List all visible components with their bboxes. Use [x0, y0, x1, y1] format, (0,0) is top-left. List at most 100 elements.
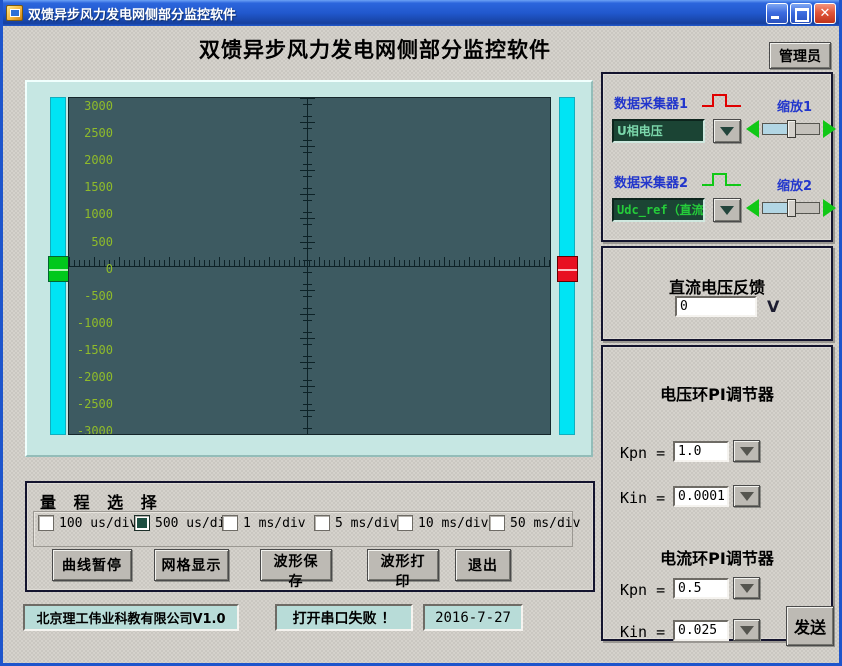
voltage-kin-input[interactable] [673, 486, 729, 507]
range-option-label: 100 us/div [59, 516, 137, 531]
current-kpn-input[interactable] [673, 578, 729, 599]
data-collector-group: 数据采集器1 缩放1 U相电压 数据采集器2 缩放2 Udc_ref（直流电 [601, 72, 833, 242]
current-kin-label: Kin = [620, 623, 665, 641]
pause-curve-button[interactable]: 曲线暂停 [52, 549, 132, 581]
save-waveform-button[interactable]: 波形保存 [260, 549, 332, 581]
voltage-kin-dropdown-button[interactable] [733, 485, 760, 507]
dropdown-arrow-icon [720, 206, 734, 215]
window-controls: ✕ [766, 3, 836, 24]
zoom1-label: 缩放1 [777, 96, 812, 115]
current-kpn-dropdown-button[interactable] [733, 577, 760, 599]
current-kin-input[interactable] [673, 620, 729, 641]
collector1-dropdown-button[interactable] [713, 119, 741, 143]
print-waveform-button[interactable]: 波形打印 [367, 549, 439, 581]
app-icon [6, 5, 23, 21]
zoom2-increase-arrow[interactable] [823, 199, 836, 217]
pi-regulator-group: 电压环PI调节器 Kpn = Kin = 电流环PI调节器 Kpn = Kin … [601, 345, 833, 641]
collector1-select[interactable]: U相电压 [612, 119, 705, 143]
maximize-button[interactable] [790, 3, 812, 24]
voltage-kpn-dropdown-button[interactable] [733, 440, 760, 462]
pulse-icon-green [700, 170, 744, 190]
current-pi-title: 电流环PI调节器 [603, 545, 831, 569]
current-kpn-label: Kpn = [620, 581, 665, 599]
y-axis-label: -1000 [73, 317, 113, 329]
left-scale-slider[interactable] [50, 97, 66, 435]
dc-feedback-input[interactable] [675, 296, 757, 317]
range-option-label: 10 ms/div [418, 516, 488, 531]
send-button[interactable]: 发送 [786, 606, 834, 646]
collector2-select[interactable]: Udc_ref（直流电 [612, 198, 705, 222]
y-axis-label: -2000 [73, 371, 113, 383]
grid-display-button[interactable]: 网格显示 [154, 549, 229, 581]
voltage-kpn-input[interactable] [673, 441, 729, 462]
checkbox-checked-icon[interactable] [134, 515, 150, 531]
pulse-icon-red [700, 91, 744, 111]
admin-button[interactable]: 管理员 [769, 42, 831, 69]
dropdown-arrow-icon [720, 127, 734, 136]
right-scale-slider[interactable] [559, 97, 575, 435]
zoom2-thumb[interactable] [787, 199, 796, 217]
y-axis-label: -2500 [73, 398, 113, 410]
range-option-500us-div[interactable]: 500 us/div [134, 515, 233, 531]
app-window: 双馈异步风力发电网侧部分监控软件 ✕ 双馈异步风力发电网侧部分监控软件 管理员 … [0, 0, 842, 666]
window-title: 双馈异步风力发电网侧部分监控软件 [28, 4, 766, 23]
zoom2-track[interactable] [762, 202, 820, 214]
date-display: 2016-7-27 [423, 604, 523, 631]
zoom2-slider [746, 196, 836, 220]
y-axis-label: 1000 [73, 208, 113, 220]
collector2-dropdown-button[interactable] [713, 198, 741, 222]
page-title: 双馈异步风力发电网侧部分监控软件 [3, 34, 747, 64]
checkbox-unchecked-icon[interactable] [222, 515, 238, 531]
range-option-5ms-div[interactable]: 5 ms/div [314, 515, 398, 531]
range-option-10ms-div[interactable]: 10 ms/div [397, 515, 488, 531]
range-option-label: 1 ms/div [243, 516, 306, 531]
dropdown-arrow-icon [740, 584, 754, 593]
dropdown-arrow-icon [740, 626, 754, 635]
checkbox-unchecked-icon[interactable] [397, 515, 413, 531]
zoom1-slider [746, 117, 836, 141]
zoom2-decrease-arrow[interactable] [746, 199, 759, 217]
zoom2-label: 缩放2 [777, 175, 812, 194]
current-kin-dropdown-button[interactable] [733, 619, 760, 641]
range-option-50ms-div[interactable]: 50 ms/div [489, 515, 580, 531]
dc-feedback-unit: V [767, 297, 779, 316]
voltage-kpn-label: Kpn = [620, 444, 665, 462]
exit-button[interactable]: 退出 [455, 549, 511, 581]
y-axis-label: -3000 [73, 425, 113, 435]
zoom1-decrease-arrow[interactable] [746, 120, 759, 138]
y-axis-label: 500 [73, 236, 113, 248]
dropdown-arrow-icon [740, 492, 754, 501]
y-axis-label: 3000 [73, 100, 113, 112]
checkbox-unchecked-icon[interactable] [38, 515, 54, 531]
collector1-label: 数据采集器1 [614, 93, 688, 112]
y-axis [307, 98, 308, 434]
zoom1-increase-arrow[interactable] [823, 120, 836, 138]
dc-feedback-title: 直流电压反馈 [603, 274, 831, 298]
dc-feedback-group: 直流电压反馈 V [601, 246, 833, 341]
waveform-plot: 300025002000150010005000-500-1000-1500-2… [68, 97, 551, 435]
zoom1-thumb[interactable] [787, 120, 796, 138]
dropdown-arrow-icon [740, 447, 754, 456]
range-option-1ms-div[interactable]: 1 ms/div [222, 515, 306, 531]
voltage-kin-label: Kin = [620, 489, 665, 507]
zoom1-track[interactable] [762, 123, 820, 135]
serial-status-message: 打开串口失败 ！ [275, 604, 413, 631]
range-option-label: 5 ms/div [335, 516, 398, 531]
left-slider-thumb[interactable] [48, 256, 69, 282]
minimize-button[interactable] [766, 3, 788, 24]
company-version-display: 北京理工伟业科教有限公司V1.0 [23, 604, 239, 631]
y-axis-label: 0 [73, 263, 113, 275]
y-axis-label: -500 [73, 290, 113, 302]
range-selection-panel: 量 程 选 择 100 us/div500 us/div 1 ms/div 5 ms… [25, 481, 595, 592]
range-option-100us-div[interactable]: 100 us/div [38, 515, 137, 531]
range-selection-title: 量 程 选 择 [40, 489, 163, 513]
checkbox-unchecked-icon[interactable] [314, 515, 330, 531]
right-slider-thumb[interactable] [557, 256, 578, 282]
collector2-label: 数据采集器2 [614, 172, 688, 191]
oscilloscope-panel: 300025002000150010005000-500-1000-1500-2… [25, 80, 593, 457]
checkbox-unchecked-icon[interactable] [489, 515, 505, 531]
y-axis-label: -1500 [73, 344, 113, 356]
y-axis-label: 1500 [73, 181, 113, 193]
main-content: 双馈异步风力发电网侧部分监控软件 管理员 3000250020001500100… [3, 26, 839, 663]
close-button[interactable]: ✕ [814, 3, 836, 24]
